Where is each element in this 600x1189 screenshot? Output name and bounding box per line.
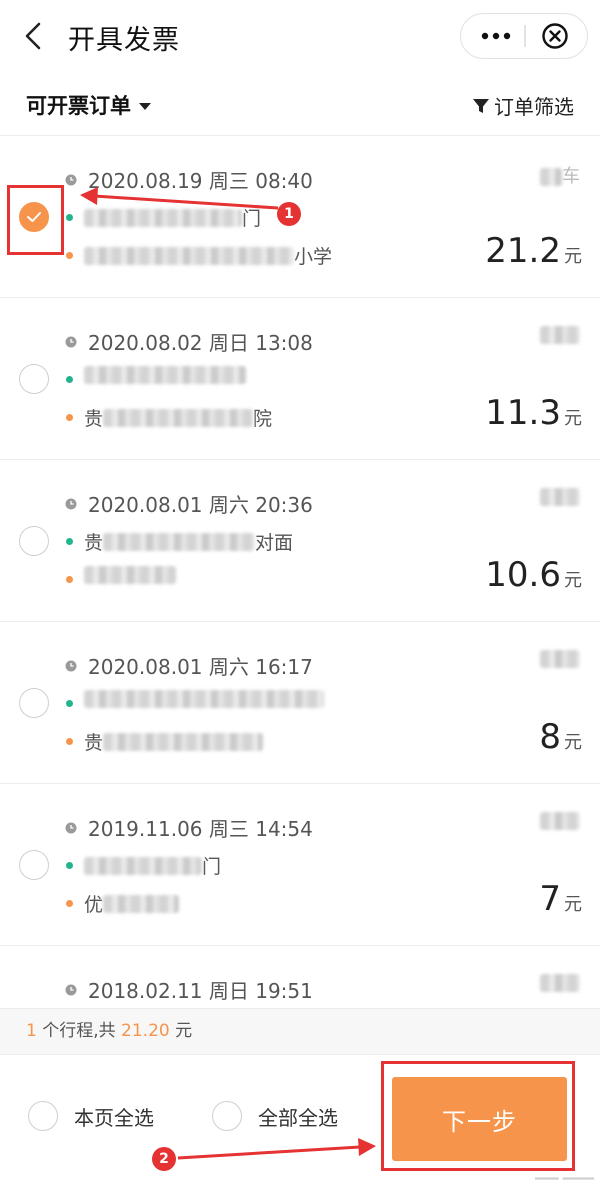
order-datetime: 2019.11.06 周三 14:54 — [88, 817, 313, 841]
caret-down-icon — [139, 102, 151, 110]
start-address — [84, 366, 246, 384]
annotation-badge-2: 2 — [152, 1147, 176, 1171]
car-info — [540, 486, 580, 507]
select-page-radio[interactable] — [28, 1101, 58, 1131]
order-checkbox[interactable] — [19, 850, 49, 880]
watermark: ━━━ ━━━━ — [535, 1172, 594, 1187]
start-address: 门 — [84, 852, 221, 879]
order-list: 2020.08.19 周三 08:40 车 门 小学 21.2 元 2020.08… — [0, 136, 600, 1008]
more-dots-icon[interactable] — [479, 24, 513, 48]
order-amount: 8元 — [539, 717, 582, 757]
order-datetime: 2018.02.11 周日 19:51 — [88, 979, 313, 1003]
order-type-label: 可开票订单 — [26, 94, 131, 118]
order-filter-button[interactable]: 订单筛选 — [472, 91, 574, 120]
capsule-divider — [524, 25, 526, 47]
start-point-dot — [66, 538, 73, 545]
select-all-toggle[interactable]: 全部全选 — [212, 1101, 338, 1131]
chevron-left-icon[interactable] — [18, 20, 50, 52]
page-title: 开具发票 — [68, 25, 180, 56]
start-address: 贵对面 — [84, 532, 294, 554]
filter-bar: 可开票订单 订单筛选 — [0, 74, 600, 136]
annotation-badge-1: 1 — [277, 202, 301, 226]
selected-total: 21.20 — [121, 1021, 170, 1041]
end-point-dot — [66, 738, 73, 745]
end-point-dot — [66, 900, 73, 907]
close-circle-icon[interactable] — [541, 22, 569, 50]
clock-icon — [65, 822, 77, 834]
car-info — [540, 810, 580, 831]
select-page-toggle[interactable]: 本页全选 — [28, 1101, 154, 1131]
summary-text: 个行程,共 — [36, 1021, 122, 1041]
annotation-box-next — [381, 1061, 575, 1171]
car-info — [540, 972, 580, 993]
order-row[interactable]: 2019.11.06 周三 14:54 门 优 7元 — [0, 784, 600, 946]
start-point-dot — [66, 214, 73, 221]
clock-icon — [65, 336, 77, 348]
car-info: 车 — [540, 162, 580, 188]
selection-summary: 1 个行程,共 21.20 元 — [0, 1008, 600, 1054]
car-info — [540, 648, 580, 669]
funnel-icon — [473, 98, 489, 113]
order-row[interactable]: 2020.08.01 周六 20:36 贵对面 10.6 元 — [0, 460, 600, 622]
end-point-dot — [66, 414, 73, 421]
order-datetime: 2020.08.02 周日 13:08 — [88, 331, 313, 355]
start-address: 门 — [84, 204, 261, 231]
order-type-dropdown[interactable]: 可开票订单 — [26, 90, 151, 120]
order-checkbox[interactable] — [19, 688, 49, 718]
end-point-dot — [66, 252, 73, 259]
clock-icon — [65, 984, 77, 996]
start-point-dot — [66, 862, 73, 869]
order-amount: 7元 — [539, 879, 582, 919]
order-row[interactable]: 2018.02.11 周日 19:51 — [0, 946, 600, 1008]
order-checkbox[interactable] — [19, 526, 49, 556]
start-point-dot — [66, 376, 73, 383]
order-datetime: 2020.08.01 周六 16:17 — [88, 655, 313, 679]
summary-unit: 元 — [169, 1021, 193, 1041]
end-address: 贵 — [84, 728, 264, 755]
order-amount: 10.6 元 — [485, 555, 582, 595]
selected-count: 1 — [26, 1021, 37, 1041]
clock-icon — [65, 174, 77, 186]
mini-program-capsule — [460, 13, 588, 59]
car-info — [540, 324, 580, 345]
order-row[interactable]: 2020.08.02 周日 13:08 贵院 11.3 元 — [0, 298, 600, 460]
order-checkbox[interactable] — [19, 364, 49, 394]
end-point-dot — [66, 576, 73, 583]
order-datetime: 2020.08.01 周六 20:36 — [88, 493, 313, 517]
select-all-radio[interactable] — [212, 1101, 242, 1131]
end-address: 小学 — [84, 242, 332, 269]
start-address — [84, 690, 324, 708]
title-bar: 开具发票 — [0, 0, 600, 74]
order-amount: 11.3 元 — [485, 393, 582, 433]
order-filter-label: 订单筛选 — [494, 95, 574, 119]
order-amount: 21.2 元 — [485, 231, 582, 271]
order-row[interactable]: 2020.08.01 周六 16:17 贵 8元 — [0, 622, 600, 784]
select-all-label: 全部全选 — [258, 1105, 338, 1130]
order-datetime: 2020.08.19 周三 08:40 — [88, 169, 313, 193]
select-page-label: 本页全选 — [74, 1105, 154, 1130]
end-address: 贵院 — [84, 408, 273, 430]
start-point-dot — [66, 700, 73, 707]
end-address — [84, 566, 176, 584]
end-address: 优 — [84, 890, 180, 917]
clock-icon — [65, 498, 77, 510]
clock-icon — [65, 660, 77, 672]
annotation-box-checkbox — [7, 185, 64, 255]
